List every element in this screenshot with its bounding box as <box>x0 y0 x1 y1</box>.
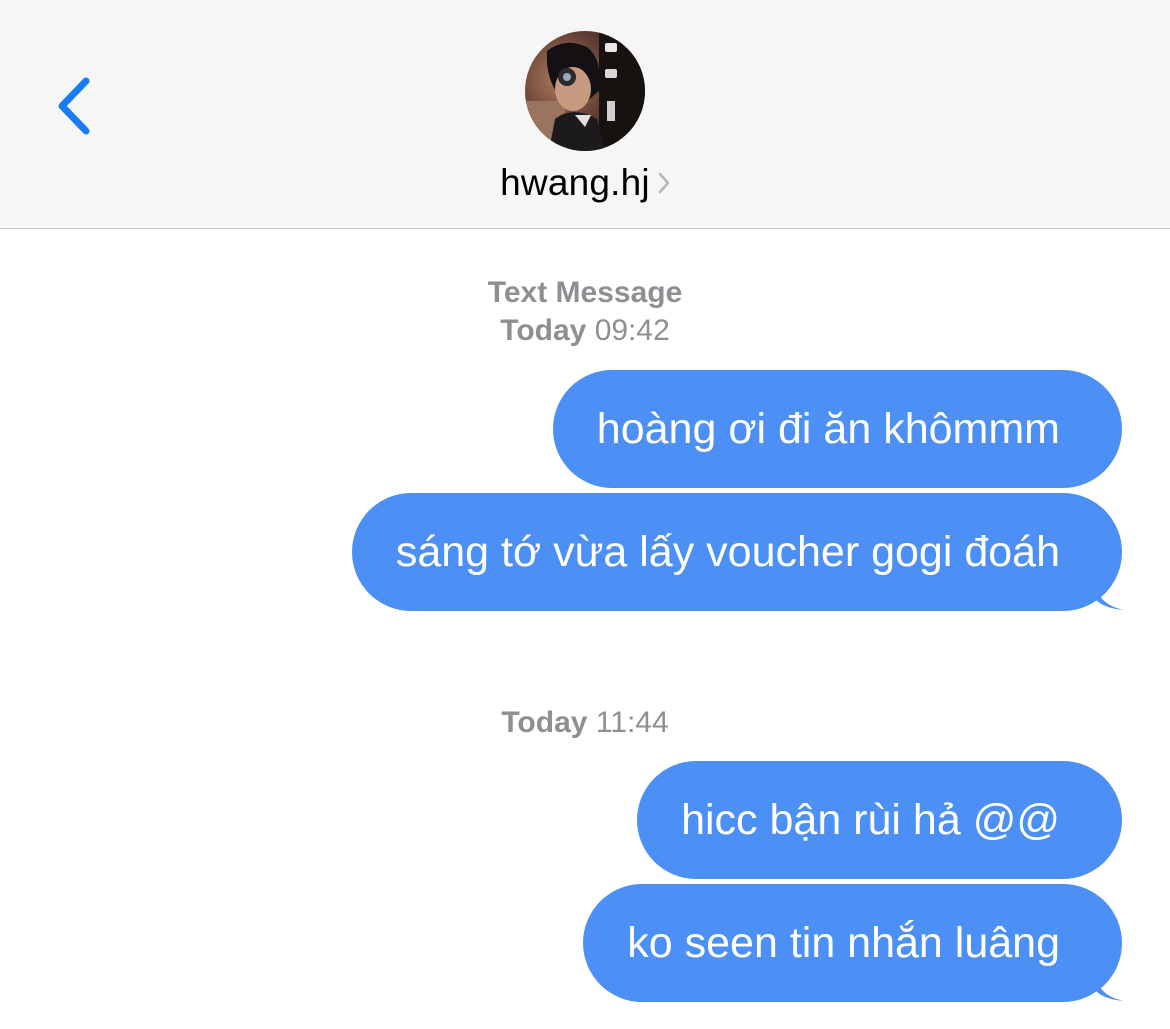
chevron-left-icon <box>58 77 90 135</box>
back-button[interactable] <box>44 70 104 142</box>
message-bubble[interactable]: hicc bận rùi hả @@ <box>637 761 1122 879</box>
timestamp-day: Today <box>501 706 588 739</box>
timestamp-group-1: Today 09:42 <box>0 312 1170 350</box>
timestamp-group-2: Today 11:44 <box>0 704 1170 742</box>
bubble-tail <box>1096 584 1124 610</box>
timestamp-day: Today <box>500 314 587 347</box>
contact-name-button[interactable]: hwang.hj <box>0 160 1170 206</box>
timestamp-time: 11:44 <box>595 706 669 739</box>
message-text: ko seen tin nhắn luâng <box>627 919 1060 967</box>
avatar-photo <box>525 31 645 151</box>
conversation-header: hwang.hj <box>0 0 1170 229</box>
message-text: hicc bận rùi hả @@ <box>681 796 1060 844</box>
avatar[interactable] <box>525 31 645 151</box>
message-bubble[interactable]: sáng tớ vừa lấy voucher gogi đoáh <box>351 493 1122 611</box>
message-text: hoàng ơi đi ăn khômmm <box>596 405 1060 453</box>
message-text: sáng tớ vừa lấy voucher gogi đoáh <box>395 528 1060 576</box>
chevron-right-icon <box>658 172 670 194</box>
contact-name: hwang.hj <box>500 162 650 203</box>
bubble-tail <box>1096 975 1124 1001</box>
service-label: Text Message <box>487 276 683 309</box>
message-bubble[interactable]: hoàng ơi đi ăn khômmm <box>552 370 1122 488</box>
timestamp-time: 09:42 <box>594 314 670 347</box>
message-bubble[interactable]: ko seen tin nhắn luâng <box>583 884 1122 1002</box>
